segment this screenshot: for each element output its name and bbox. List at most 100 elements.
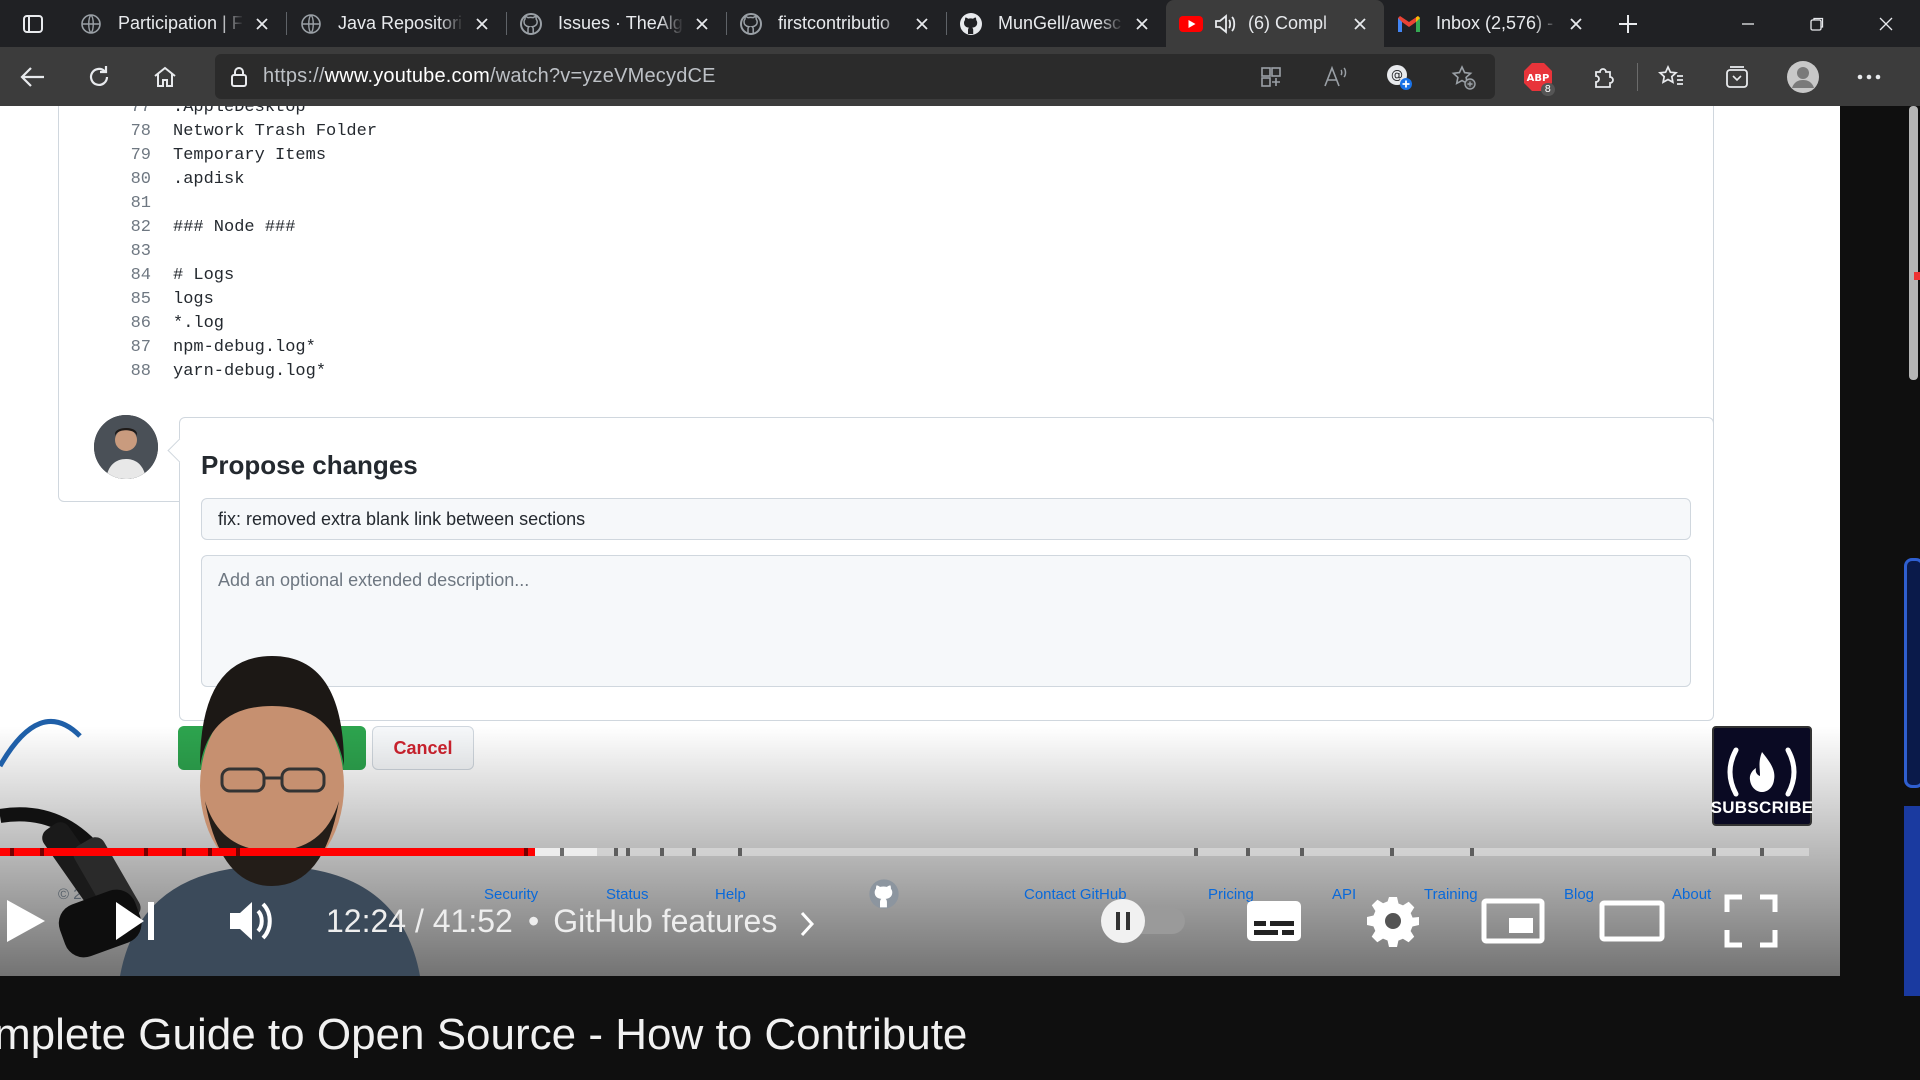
- settings-more-button[interactable]: [1836, 47, 1902, 106]
- refresh-button[interactable]: [66, 47, 132, 106]
- theater-mode-button[interactable]: [1598, 866, 1666, 976]
- chapter-marker: [738, 848, 742, 856]
- puzzle-icon: [1595, 67, 1614, 88]
- autoplay-toggle[interactable]: [1098, 866, 1190, 976]
- chapter-button[interactable]: • GitHub features: [528, 866, 815, 976]
- lock-icon[interactable]: [215, 66, 263, 88]
- line-number: 81: [130, 194, 151, 213]
- url-prefix: https://: [263, 65, 325, 87]
- miniplayer-icon: [1481, 898, 1545, 944]
- tab-youtube-active[interactable]: (6) Compl: [1166, 0, 1384, 47]
- tab-java-repositories[interactable]: Java Repositori: [286, 0, 506, 47]
- subtitles-button[interactable]: [1242, 866, 1306, 976]
- star-add-icon: [1451, 64, 1476, 90]
- duration: 41:52: [432, 903, 513, 939]
- read-aloud-button[interactable]: [1303, 54, 1367, 99]
- tab-mungell-awesome[interactable]: MunGell/awesc: [946, 0, 1166, 47]
- favorites-button[interactable]: [1638, 47, 1704, 106]
- code-line: 87 npm-debug.log*: [59, 336, 1713, 360]
- tab-issues-thealgorithms[interactable]: Issues · TheAlg: [506, 0, 726, 47]
- code-line: 81: [59, 192, 1713, 216]
- minimize-button[interactable]: [1713, 0, 1782, 47]
- extensions-button[interactable]: [1571, 47, 1637, 106]
- adblock-plus-button[interactable]: ABP 8: [1505, 47, 1571, 106]
- tab-gmail-inbox[interactable]: Inbox (2,576) -: [1384, 0, 1600, 47]
- fullscreen-icon: [1724, 894, 1778, 948]
- progress-bar[interactable]: [0, 848, 1809, 856]
- related-video-thumbnail[interactable]: [1904, 806, 1920, 996]
- close-tab-icon[interactable]: [1130, 12, 1154, 36]
- tab-strip: Participation | F Java Repositori Issues…: [0, 0, 1920, 47]
- chevron-right-icon: [801, 911, 815, 936]
- tab-actions-button[interactable]: [0, 0, 66, 47]
- extension-add-button[interactable]: @: [1367, 54, 1431, 99]
- subscribe-watermark[interactable]: SUBSCRIBE: [1711, 726, 1813, 826]
- code-line: 88 yarn-debug.log*: [59, 360, 1713, 384]
- url-path: /watch?v=yzeVMecydCE: [489, 65, 716, 87]
- line-text: Network Trash Folder: [173, 122, 378, 141]
- fullscreen-button[interactable]: [1720, 866, 1782, 976]
- back-arrow-icon: [20, 66, 44, 87]
- chapter-marker: [692, 848, 696, 856]
- plus-icon: [1619, 14, 1637, 33]
- chapter-marker: [182, 848, 186, 856]
- propose-changes-heading: Propose changes: [201, 450, 418, 480]
- close-tab-icon[interactable]: [1348, 12, 1372, 36]
- tab-participation[interactable]: Participation | F: [66, 0, 286, 47]
- miniplayer-button[interactable]: [1480, 866, 1546, 976]
- chapter-marker: [1246, 848, 1250, 856]
- line-number: 79: [130, 146, 151, 165]
- github-icon: [958, 11, 984, 37]
- close-tab-icon[interactable]: [910, 12, 934, 36]
- address-bar[interactable]: https://www.youtube.com/watch?v=yzeVMecy…: [215, 54, 1495, 99]
- close-tab-icon[interactable]: [250, 12, 274, 36]
- adblock-plus-badge-text: ABP: [1527, 73, 1550, 84]
- player-controls: 12:24 / 41:52 • GitHub features: [0, 866, 1840, 976]
- refresh-icon: [89, 65, 109, 86]
- tab-firstcontributions[interactable]: firstcontributio: [726, 0, 946, 47]
- line-text: logs: [173, 290, 214, 309]
- line-text: ### Node ###: [173, 218, 296, 237]
- close-tab-icon[interactable]: [690, 12, 714, 36]
- video-title: mplete Guide to Open Source - How to Con…: [0, 1010, 968, 1059]
- line-text: .apdisk: [173, 170, 245, 189]
- line-text: npm-debug.log*: [173, 338, 316, 357]
- close-tab-icon[interactable]: [470, 12, 494, 36]
- tab-title: Inbox (2,576) -: [1436, 13, 1554, 33]
- app-grid-icon: [1261, 66, 1281, 87]
- code-line: 86 *.log: [59, 312, 1713, 336]
- tab-actions-icon: [23, 14, 43, 33]
- mute-button[interactable]: [222, 866, 284, 976]
- play-button[interactable]: [0, 866, 56, 976]
- restore-icon: [1809, 17, 1823, 31]
- chapter-marker: [40, 848, 44, 856]
- next-button[interactable]: [106, 866, 166, 976]
- url-text[interactable]: https://www.youtube.com/watch?v=yzeVMecy…: [263, 65, 716, 88]
- tab-title: firstcontributio: [778, 13, 891, 33]
- related-video-thumbnail[interactable]: [1904, 558, 1920, 788]
- chapter-marker: [660, 848, 664, 856]
- speaker-audio-icon[interactable]: [1212, 11, 1238, 37]
- line-text: .AppleDesktop: [173, 106, 306, 117]
- chapter-bullet: •: [528, 903, 540, 939]
- code-line: 82 ### Node ###: [59, 216, 1713, 240]
- new-tab-button[interactable]: [1600, 0, 1656, 47]
- close-tab-icon[interactable]: [1564, 12, 1588, 36]
- settings-button[interactable]: [1360, 866, 1426, 976]
- home-button[interactable]: [132, 47, 198, 106]
- chapter-marker: [560, 848, 564, 856]
- video-player[interactable]: 77 .AppleDesktop 78 Network Trash Folder 7…: [0, 106, 1840, 976]
- freecodecamp-logo-icon: [1727, 747, 1797, 797]
- line-number: 85: [130, 290, 151, 309]
- back-button[interactable]: [0, 47, 66, 106]
- globe-icon: [298, 11, 324, 37]
- close-window-button[interactable]: [1851, 0, 1920, 47]
- chapter-marker: [236, 848, 240, 856]
- page-scrollbar[interactable]: [1909, 106, 1918, 380]
- restore-button[interactable]: [1782, 0, 1851, 47]
- collections-button[interactable]: [1704, 47, 1770, 106]
- commit-summary-input[interactable]: fix: removed extra blank link between se…: [201, 498, 1691, 540]
- add-favorite-button[interactable]: [1431, 54, 1495, 99]
- app-available-button[interactable]: [1239, 54, 1303, 99]
- profile-button[interactable]: [1770, 47, 1836, 106]
